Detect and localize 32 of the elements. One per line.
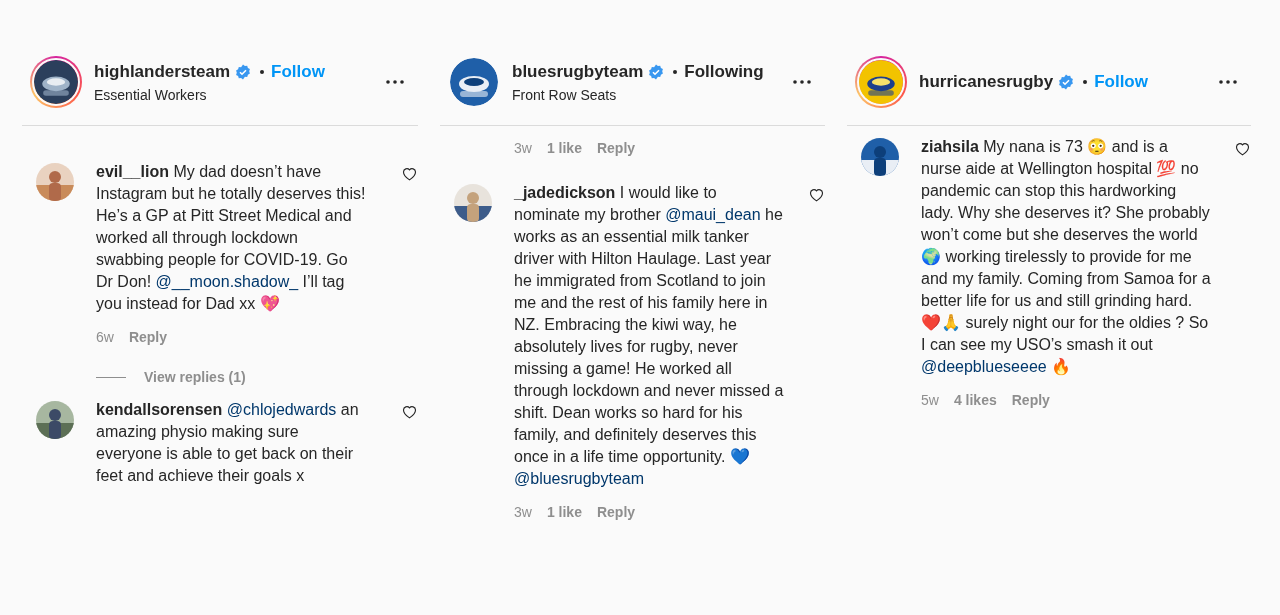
comment-text: _jadedickson I would like to nominate my brother @maui_dean he works as an essential milk tanker driver with Hilton Haulage. Last year he immigrated from Scotland to join me and the rest of his family here in NZ. Embracing the kiwi way, he absolutely lives for rugby, never missing a game! He worked all through lockdown and never missed a shift. Dean works so hard for his family, and definitely deserves this once in a life time opportunity. 💙 @bluesrugbyteam xyxy=(514,183,785,489)
like-heart-icon[interactable] xyxy=(808,186,825,203)
story-ring[interactable] xyxy=(448,56,500,108)
account-username[interactable]: highlandersteam xyxy=(94,61,231,82)
account-username[interactable]: hurricanesrugby xyxy=(919,72,1054,92)
location-subtitle[interactable]: Front Row Seats xyxy=(512,86,793,103)
comment-text: kendallsorensen @chlojedwards an amazing physio making sure everyone is able to get back on their feet and achieve their goals x xyxy=(96,400,360,486)
like-heart-icon[interactable] xyxy=(401,403,418,420)
location-subtitle[interactable]: Essential Workers xyxy=(94,86,386,103)
mention-link[interactable]: @chlojedwards xyxy=(226,401,337,418)
comment-time: 3w xyxy=(514,140,532,156)
more-options-icon[interactable] xyxy=(793,80,811,84)
comment-text: evil__lion My dad doesn’t have Instagram but he totally deserves this! He’s a GP at Pitt Street Medical and worked all through lockdown swabbing people for COVID-19. Go Dr Don! @__moon.shadow_ I’ll tag you instead for Dad xx 💖 xyxy=(96,162,367,314)
account-username[interactable]: bluesrugbyteam xyxy=(512,61,644,82)
follow-button[interactable]: Following xyxy=(684,61,764,82)
separator-dot xyxy=(260,69,265,74)
story-ring[interactable] xyxy=(855,56,907,108)
like-heart-icon[interactable] xyxy=(1234,140,1251,157)
mention-link[interactable]: @maui_dean xyxy=(665,206,761,223)
comment-time: 5w xyxy=(921,392,939,408)
comment-text: ziahsila My nana is 73 😳 and is a nurse aide at Wellington hospital 💯 no pandemic can stop this hardworking lady. Why she deserves it? She probably won’t come but she deserves the world 🌍 working tirelessly to provide for me and my family. Coming from Samoa for a better life for us and still grinding hard. ❤🙏 surely night our for the oldies ? So I can see my USO’s smash it out @deepblueseeee 🔥 xyxy=(921,137,1211,377)
more-options-icon[interactable] xyxy=(1219,80,1237,84)
comment-time: 3w xyxy=(514,504,532,520)
like-heart-icon[interactable] xyxy=(401,165,418,182)
mention-link[interactable]: @__moon.shadow_ xyxy=(155,273,299,290)
mention-link[interactable]: @deepblueseeee xyxy=(921,358,1047,375)
more-options-icon[interactable] xyxy=(386,80,404,84)
comment-time: 6w xyxy=(96,329,114,345)
separator-dot xyxy=(1083,80,1088,84)
story-ring[interactable] xyxy=(30,56,82,108)
mention-link[interactable]: @bluesrugbyteam xyxy=(514,470,645,487)
separator-dot xyxy=(673,69,678,74)
